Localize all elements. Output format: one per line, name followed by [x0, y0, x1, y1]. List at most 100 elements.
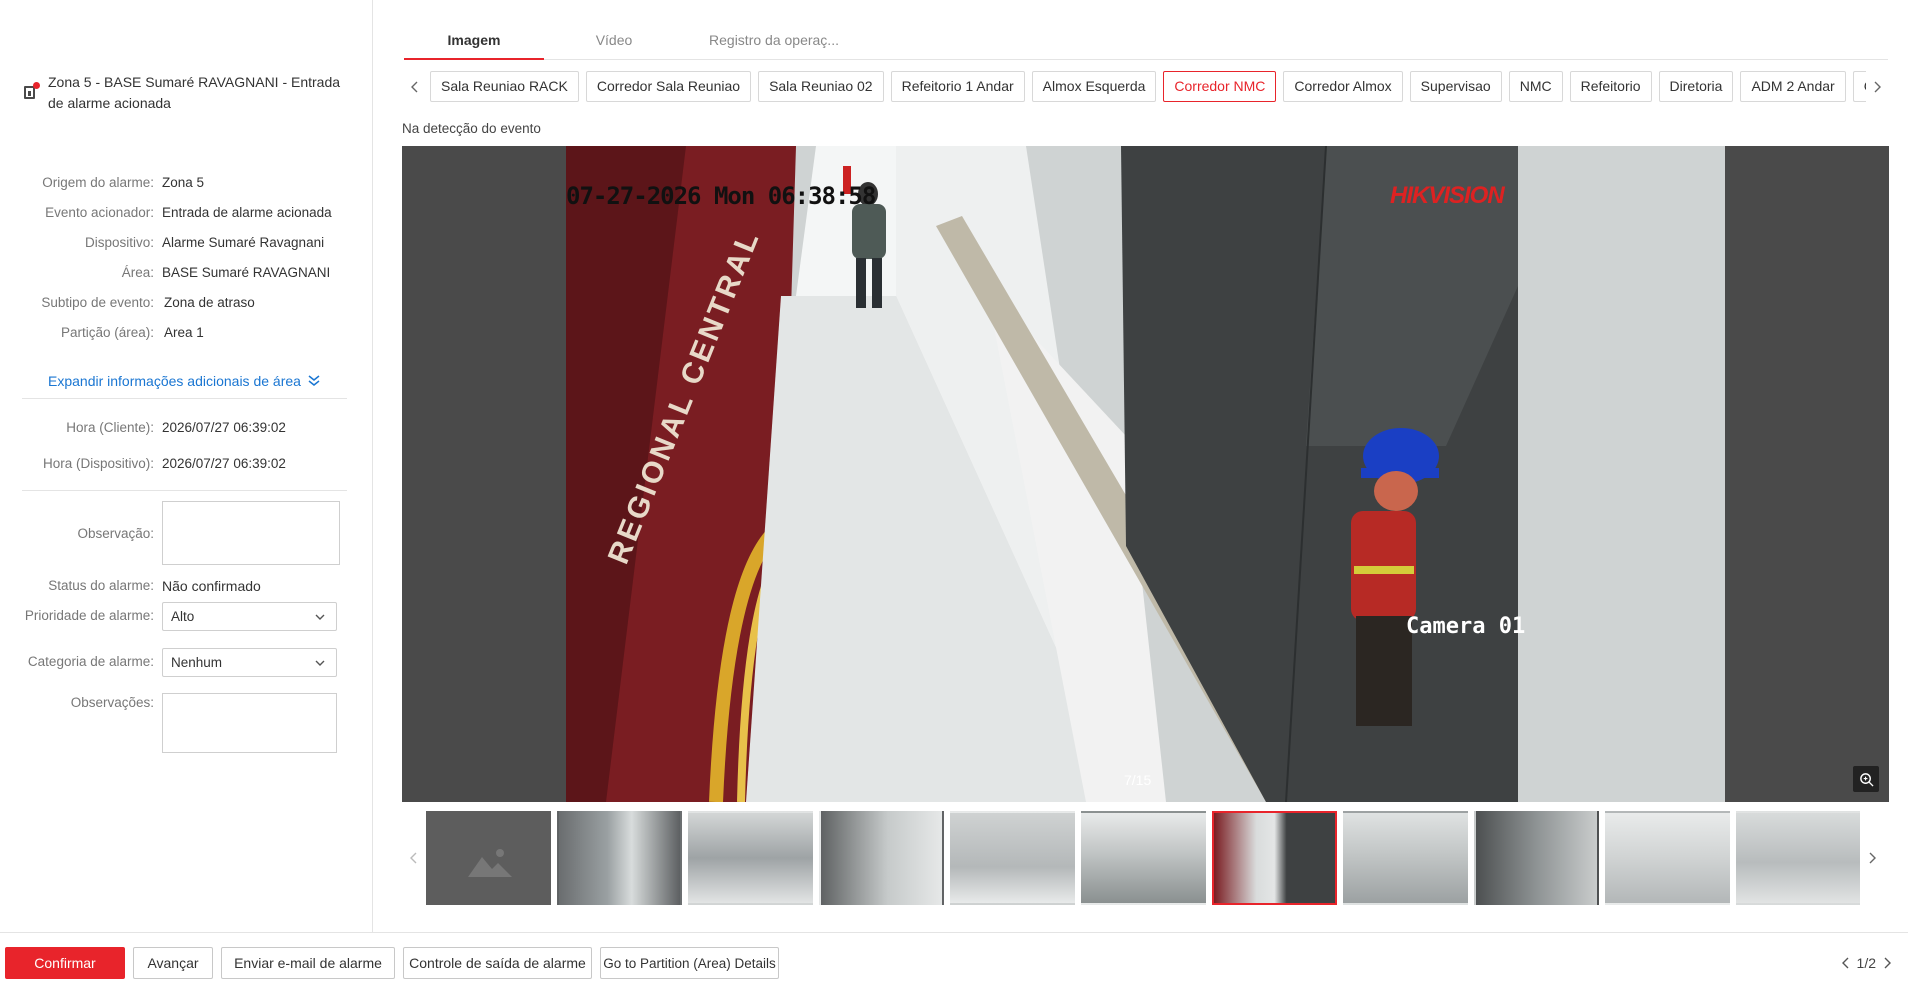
observation-row: Observação:	[0, 501, 340, 565]
alarm-input-icon	[22, 82, 40, 100]
remarks-input[interactable]	[162, 693, 337, 753]
remarks-row: Observações:	[0, 693, 337, 753]
status-value: Não confirmado	[162, 578, 261, 594]
chevron-down-icon	[315, 660, 325, 666]
detail-value: Zona 5	[162, 175, 205, 190]
observation-input[interactable]	[162, 501, 340, 565]
send-email-button[interactable]: Enviar e-mail de alarme	[221, 947, 395, 979]
snapshot-timestamp: 07-27-2026 Mon 06:38:58	[566, 182, 876, 210]
expand-label: Expandir informações adicionais de área	[48, 373, 301, 389]
detail-row-trigger: Evento acionador: Entrada de alarme acio…	[0, 204, 332, 222]
detail-row-origin: Origem do alarme: Zona 5	[0, 174, 204, 192]
detail-label: Área:	[121, 265, 154, 280]
media-tabs: Imagem Vídeo Registro da operaç...	[404, 28, 1888, 60]
thumbnail[interactable]	[1736, 811, 1860, 905]
detail-label: Origem do alarme:	[42, 175, 154, 190]
chevron-down-icon	[315, 614, 325, 620]
alarm-title: Zona 5 - BASE Sumaré RAVAGNANI - Entrada…	[48, 74, 341, 111]
chevron-right-icon[interactable]	[1882, 956, 1892, 970]
detail-value: Zona de atraso	[164, 295, 255, 310]
confirm-button[interactable]: Confirmar	[5, 947, 125, 979]
thumbnail-placeholder[interactable]	[426, 811, 551, 905]
detail-value: Entrada de alarme acionada	[162, 205, 332, 220]
alarm-output-button[interactable]: Controle de saída de alarme	[403, 947, 592, 979]
tab-operation-log[interactable]: Registro da operaç...	[684, 28, 864, 59]
thumb-prev-button[interactable]	[402, 810, 426, 906]
snapshot-camera-name: Camera 01	[1406, 614, 1526, 639]
detail-row-partition: Partição (área): Area 1	[0, 324, 204, 342]
image-counter: 7/15	[1124, 772, 1152, 788]
thumbnail[interactable]	[688, 811, 813, 905]
double-chevron-down-icon	[308, 375, 320, 386]
snapshot-scene: REGIONAL CENTRAL	[566, 146, 1725, 802]
camera-button[interactable]: Refeitorio 1 Andar	[890, 71, 1025, 102]
detail-row-subtype: Subtipo de evento: Zona de atraso	[0, 294, 255, 312]
detail-row-device: Dispositivo: Alarme Sumaré Ravagnani	[0, 234, 324, 252]
thumbnail[interactable]	[819, 811, 944, 905]
media-panel: Imagem Vídeo Registro da operaç... Sala …	[374, 0, 1908, 932]
camera-button[interactable]: NMC	[1508, 71, 1563, 102]
detail-label: Dispositivo:	[84, 235, 154, 250]
camera-list: Sala Reuniao RACK Corredor Sala Reuniao …	[426, 71, 1866, 102]
remarks-label: Observações:	[70, 695, 154, 710]
camera-button[interactable]: Supervisao	[1409, 71, 1502, 102]
camera-button[interactable]: Garaq	[1852, 71, 1866, 102]
detail-row-area: Área: BASE Sumaré RAVAGNANI	[0, 264, 331, 282]
camera-prev-button[interactable]	[404, 71, 426, 102]
next-button[interactable]: Avançar	[133, 947, 213, 979]
detail-label: Partição (área):	[60, 325, 154, 340]
zoom-in-icon	[1859, 772, 1874, 787]
camera-button[interactable]: Sala Reuniao 02	[758, 71, 884, 102]
image-placeholder-icon	[468, 849, 512, 877]
camera-button[interactable]: Sala Reuniao RACK	[430, 71, 579, 102]
chevron-right-icon	[1874, 81, 1881, 92]
time-row-device: Hora (Dispositivo): 2026/07/27 06:39:02	[0, 455, 286, 473]
image-viewer[interactable]: REGIONAL CENTRAL 07-27-2026 Mon 06:38:58…	[402, 146, 1889, 802]
thumbnail[interactable]	[1343, 811, 1468, 905]
thumbnail[interactable]	[557, 811, 682, 905]
chevron-right-icon	[1869, 852, 1876, 864]
time-value: 2026/07/27 06:39:02	[162, 456, 286, 471]
thumbnail-active[interactable]	[1212, 811, 1337, 905]
detail-value: Area 1	[164, 325, 204, 340]
chevron-left-icon[interactable]	[1841, 956, 1851, 970]
thumbnail[interactable]	[1605, 811, 1730, 905]
observation-label: Observação:	[77, 526, 154, 541]
partition-details-button[interactable]: Go to Partition (Area) Details	[600, 947, 779, 979]
priority-row: Prioridade de alarme: Alto	[0, 602, 337, 631]
detail-label: Subtipo de evento:	[41, 295, 154, 310]
priority-select[interactable]: Alto	[162, 602, 337, 631]
alarm-details-panel: Zona 5 - BASE Sumaré RAVAGNANI - Entrada…	[0, 0, 373, 932]
thumb-next-button[interactable]	[1860, 810, 1884, 906]
detection-label: Na detecção do evento	[402, 121, 541, 136]
camera-button[interactable]: Refeitorio	[1569, 71, 1652, 102]
camera-button[interactable]: Diretoria	[1658, 71, 1734, 102]
expand-area-info-link[interactable]: Expandir informações adicionais de área	[48, 373, 321, 389]
thumbnail[interactable]	[950, 811, 1075, 905]
camera-selector: Sala Reuniao RACK Corredor Sala Reuniao …	[404, 71, 1888, 102]
action-bar: Confirmar Avançar Enviar e-mail de alarm…	[0, 932, 1908, 986]
camera-button-active[interactable]: Corredor NMC	[1163, 71, 1277, 102]
status-row: Status do alarme: Não confirmado	[0, 578, 261, 594]
thumbnail[interactable]	[1474, 811, 1599, 905]
category-select[interactable]: Nenhum	[162, 648, 337, 677]
zoom-button[interactable]	[1853, 766, 1879, 792]
alarm-header: Zona 5 - BASE Sumaré RAVAGNANI - Entrada…	[22, 72, 352, 114]
camera-button[interactable]: Corredor Almox	[1283, 71, 1403, 102]
priority-value: Alto	[171, 609, 195, 624]
priority-label: Prioridade de alarme:	[24, 608, 154, 623]
tab-image[interactable]: Imagem	[404, 28, 544, 60]
thumbnail-strip	[402, 810, 1889, 906]
category-row: Categoria de alarme: Nenhum	[0, 648, 337, 677]
camera-button[interactable]: Corredor Sala Reuniao	[585, 71, 752, 102]
thumbnail[interactable]	[1081, 811, 1206, 905]
camera-button[interactable]: ADM 2 Andar	[1740, 71, 1846, 102]
chevron-left-icon	[411, 81, 418, 92]
camera-button[interactable]: Almox Esquerda	[1031, 71, 1157, 102]
divider	[22, 490, 347, 491]
tab-video[interactable]: Vídeo	[544, 28, 684, 59]
category-value: Nenhum	[171, 655, 223, 670]
detail-label: Evento acionador:	[45, 205, 154, 220]
camera-next-button[interactable]	[1866, 71, 1888, 102]
time-label: Hora (Cliente):	[66, 420, 154, 435]
